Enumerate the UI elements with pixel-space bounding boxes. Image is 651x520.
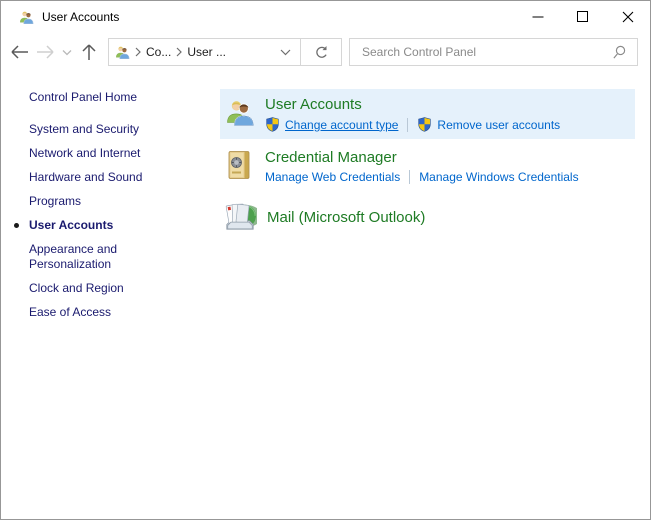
refresh-icon bbox=[313, 44, 330, 61]
section-mail: Mail (Microsoft Outlook) bbox=[220, 194, 635, 241]
maximize-button[interactable] bbox=[560, 1, 605, 32]
breadcrumb-user-accounts-icon bbox=[114, 44, 130, 60]
sidebar-item-programs[interactable]: Programs bbox=[1, 194, 191, 209]
breadcrumb-separator-icon bbox=[134, 47, 142, 57]
sidebar-item-label: User Accounts bbox=[29, 218, 113, 232]
chevron-down-icon bbox=[280, 49, 291, 56]
recent-pages-button[interactable] bbox=[60, 41, 74, 63]
titlebar: User Accounts bbox=[1, 1, 650, 32]
mail-outlook-icon bbox=[223, 200, 257, 234]
window-title: User Accounts bbox=[42, 10, 119, 24]
up-button[interactable] bbox=[78, 41, 100, 63]
uac-shield-icon bbox=[417, 117, 432, 132]
section-credential-manager: Credential Manager Manage Web Credential… bbox=[220, 142, 635, 191]
change-account-type-link[interactable]: Change account type bbox=[285, 118, 398, 132]
address-bar[interactable]: Co... User ... bbox=[108, 38, 301, 66]
user-accounts-title-link[interactable]: User Accounts bbox=[265, 96, 560, 114]
user-accounts-app-icon bbox=[18, 9, 34, 25]
refresh-button[interactable] bbox=[300, 38, 342, 66]
chevron-down-icon bbox=[62, 49, 72, 56]
sidebar-item-hardware-and-sound[interactable]: Hardware and Sound bbox=[1, 170, 191, 185]
content-area: User Accounts Change account type Remove… bbox=[220, 72, 650, 520]
window-controls bbox=[515, 1, 650, 32]
forward-arrow-icon bbox=[36, 44, 55, 60]
back-arrow-icon bbox=[10, 44, 29, 60]
close-icon bbox=[622, 11, 634, 23]
sidebar-item-system-and-security[interactable]: System and Security bbox=[1, 122, 191, 137]
manage-windows-credentials-link[interactable]: Manage Windows Credentials bbox=[419, 170, 578, 184]
uac-shield-icon bbox=[265, 117, 280, 132]
sidebar-item-clock-and-region[interactable]: Clock and Region bbox=[1, 281, 191, 296]
task-separator bbox=[407, 118, 408, 132]
window-body: Control Panel Home System and Security N… bbox=[1, 72, 650, 520]
remove-user-accounts-link[interactable]: Remove user accounts bbox=[437, 118, 560, 132]
section-user-accounts: User Accounts Change account type Remove… bbox=[220, 89, 635, 139]
up-arrow-icon bbox=[81, 43, 97, 61]
back-button[interactable] bbox=[8, 41, 30, 63]
breadcrumb-separator-icon bbox=[175, 47, 183, 57]
minimize-icon bbox=[532, 11, 544, 23]
forward-button[interactable] bbox=[34, 41, 56, 63]
manage-web-credentials-link[interactable]: Manage Web Credentials bbox=[265, 170, 400, 184]
task-separator bbox=[409, 170, 410, 184]
control-panel-window: User Accounts bbox=[0, 0, 651, 520]
sidebar-item-network-and-internet[interactable]: Network and Internet bbox=[1, 146, 191, 161]
breadcrumb-item-user-accounts[interactable]: User ... bbox=[187, 45, 226, 59]
sidebar-item-user-accounts[interactable]: User Accounts bbox=[1, 218, 191, 233]
search-icon[interactable] bbox=[607, 44, 637, 61]
sidebar-item-control-panel-home[interactable]: Control Panel Home bbox=[1, 90, 191, 105]
sidebar: Control Panel Home System and Security N… bbox=[1, 72, 220, 520]
close-button[interactable] bbox=[605, 1, 650, 32]
navigation-bar: Co... User ... bbox=[1, 32, 650, 72]
sidebar-item-ease-of-access[interactable]: Ease of Access bbox=[1, 305, 191, 320]
maximize-icon bbox=[577, 11, 588, 22]
breadcrumb-item-control-panel[interactable]: Co... bbox=[146, 45, 171, 59]
address-dropdown-button[interactable] bbox=[271, 39, 300, 65]
active-item-bullet bbox=[14, 223, 19, 228]
user-accounts-icon bbox=[223, 96, 255, 128]
mail-title-link[interactable]: Mail (Microsoft Outlook) bbox=[267, 209, 425, 227]
search-input[interactable] bbox=[350, 45, 607, 59]
credential-manager-safe-icon bbox=[223, 149, 255, 181]
sidebar-item-appearance-and-personalization[interactable]: Appearance and Personalization bbox=[1, 242, 191, 272]
credential-manager-title-link[interactable]: Credential Manager bbox=[265, 149, 579, 167]
minimize-button[interactable] bbox=[515, 1, 560, 32]
search-box bbox=[349, 38, 638, 66]
